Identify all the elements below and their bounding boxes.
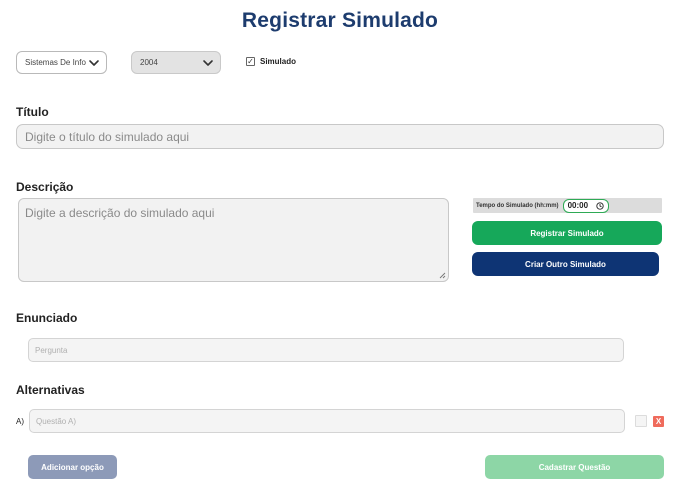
alternative-a-placeholder: Questão A) bbox=[36, 416, 77, 426]
page-title: Registrar Simulado bbox=[241, 9, 439, 32]
description-label: Descrição bbox=[16, 180, 74, 194]
time-input[interactable]: 00:00 bbox=[562, 198, 610, 213]
delete-alternative-button[interactable]: X bbox=[653, 416, 664, 427]
chevron-down-icon bbox=[203, 59, 213, 66]
clock-icon[interactable] bbox=[596, 201, 604, 210]
simulado-checkbox-label: Simulado bbox=[260, 57, 297, 66]
title-input-placeholder: Digite o título do simulado aqui bbox=[25, 129, 190, 144]
alternative-letter: A) bbox=[16, 417, 24, 426]
timer-label: Tempo do Simulado (hh:mm) bbox=[476, 202, 559, 209]
alternatives-label: Alternativas bbox=[16, 383, 85, 397]
submit-question-button[interactable]: Cadastrar Questão bbox=[485, 455, 664, 479]
title-input[interactable]: Digite o título do simulado aqui bbox=[16, 124, 664, 149]
year-select-value: 2004 bbox=[140, 58, 158, 67]
add-option-button[interactable]: Adicionar opção bbox=[28, 455, 117, 479]
time-input-value: 00:00 bbox=[567, 201, 589, 210]
timer-bar: Tempo do Simulado (hh:mm) 00:00 bbox=[473, 198, 662, 213]
course-select-value: Sistemas De Info bbox=[25, 58, 86, 67]
alternative-a-input[interactable]: Questão A) bbox=[29, 409, 625, 433]
question-input-placeholder: Pergunta bbox=[35, 345, 68, 355]
question-input[interactable]: Pergunta bbox=[28, 338, 624, 362]
register-simulado-button[interactable]: Registrar Simulado bbox=[472, 221, 662, 245]
description-placeholder: Digite a descrição do simulado aqui bbox=[25, 206, 215, 220]
chevron-down-icon bbox=[89, 59, 99, 66]
create-other-simulado-button[interactable]: Criar Outro Simulado bbox=[472, 252, 659, 276]
year-select[interactable]: 2004 bbox=[131, 51, 221, 74]
description-textarea[interactable]: Digite a descrição do simulado aqui bbox=[18, 198, 449, 282]
simulado-checkbox[interactable]: ✓ bbox=[246, 57, 255, 66]
title-label: Título bbox=[16, 105, 49, 119]
statement-label: Enunciado bbox=[16, 311, 78, 325]
simulado-checkbox-group: ✓ Simulado bbox=[246, 57, 296, 66]
resize-grip-icon[interactable] bbox=[439, 272, 446, 279]
correct-answer-checkbox[interactable] bbox=[635, 415, 647, 427]
course-select[interactable]: Sistemas De Info bbox=[16, 51, 107, 74]
